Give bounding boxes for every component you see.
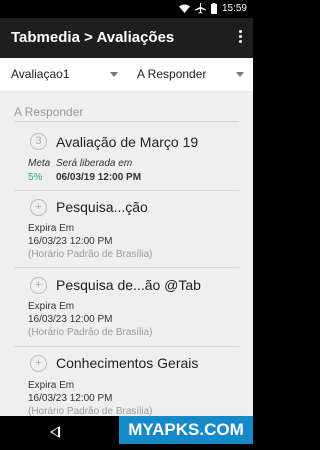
airplane-icon — [194, 3, 206, 14]
section-divider — [14, 121, 239, 122]
expires-date: 16/03/23 12:00 PM — [28, 393, 113, 404]
section-header: A Responder — [14, 105, 84, 119]
overflow-menu-icon[interactable] — [237, 30, 243, 46]
back-icon[interactable] — [50, 426, 60, 438]
timezone-label: (Horário Padrão de Brasília) — [28, 249, 153, 260]
assessment-dropdown[interactable]: Avaliaçao1 — [11, 67, 70, 81]
add-icon: + — [30, 277, 47, 294]
app-bar: Tabmedia > Avaliações — [0, 18, 253, 58]
add-icon: + — [30, 355, 47, 372]
timezone-label: (Horário Padrão de Brasília) — [28, 327, 153, 338]
item-title: Pesquisa de...ão @Tab — [56, 277, 201, 293]
release-date: 06/03/19 12:00 PM — [56, 172, 142, 183]
status-bar: 15:59 — [0, 0, 253, 18]
expires-label: Expira Em — [28, 380, 75, 391]
divider — [14, 267, 239, 268]
chevron-down-icon[interactable] — [110, 72, 118, 77]
progress-icon: 3 — [30, 133, 47, 150]
expires-date: 16/03/23 12:00 PM — [28, 314, 113, 325]
watermark: MYAPKS.COM — [119, 416, 253, 444]
divider — [14, 346, 239, 347]
filter-bar: Avaliaçao1 A Responder — [0, 58, 253, 92]
item-title: Avaliação de Março 19 — [56, 134, 199, 150]
status-icons: 15:59 — [178, 3, 247, 14]
assessment-list: A Responder 3 Avaliação de Março 19 Meta… — [0, 92, 253, 416]
expires-label: Expira Em — [28, 301, 75, 312]
chevron-down-icon[interactable] — [236, 72, 244, 77]
status-time: 15:59 — [221, 3, 247, 14]
expires-label: Expira Em — [28, 223, 75, 234]
release-label: Será liberada em — [56, 158, 133, 169]
item-title: Pesquisa...ção — [56, 199, 148, 215]
timezone-label: (Horário Padrão de Brasília) — [28, 406, 153, 416]
add-icon: + — [30, 199, 47, 216]
meta-label: Meta — [28, 158, 51, 169]
expires-date: 16/03/23 12:00 PM — [28, 236, 113, 247]
divider — [14, 190, 239, 191]
status-dropdown[interactable]: A Responder — [137, 67, 206, 81]
wifi-icon — [178, 4, 190, 13]
meta-value: 5% — [28, 172, 43, 183]
battery-icon — [210, 3, 217, 14]
item-title: Conhecimentos Gerais — [56, 355, 199, 371]
page-title: Tabmedia > Avaliações — [11, 29, 175, 46]
